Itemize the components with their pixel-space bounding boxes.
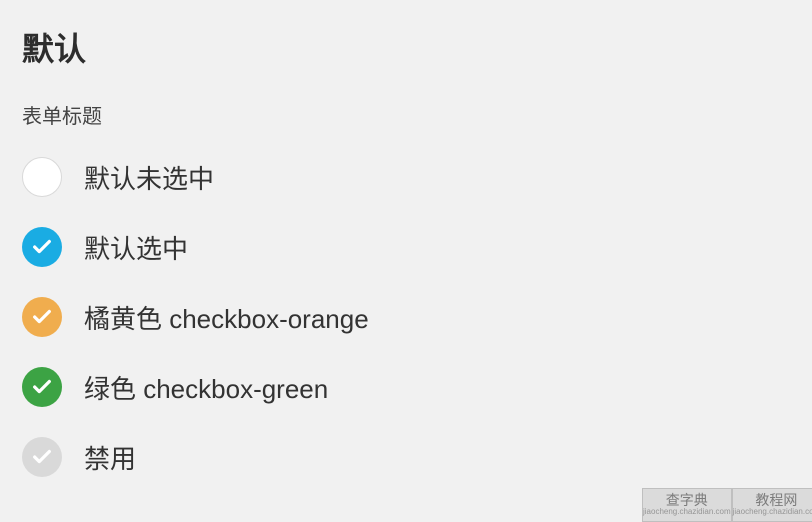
- checkbox-default[interactable]: [22, 227, 62, 267]
- checkbox-row-disabled: 禁用: [22, 437, 790, 477]
- checkbox-row-default: 默认选中: [22, 227, 790, 267]
- checkbox-disabled: [22, 437, 62, 477]
- checkbox-orange[interactable]: [22, 297, 62, 337]
- checkbox-green[interactable]: [22, 367, 62, 407]
- watermark-right-sub: jiaocheng.chazidian.com: [733, 508, 812, 517]
- form-title: 表单标题: [22, 100, 790, 129]
- checkbox-label: 默认选中: [84, 229, 188, 266]
- check-icon: [31, 306, 53, 328]
- watermark-left-main: 查字典: [666, 493, 708, 508]
- checkbox-label: 橘黄色 checkbox-orange: [84, 299, 369, 336]
- checkbox-row-green: 绿色 checkbox-green: [22, 367, 790, 407]
- watermark-right-main: 教程网: [755, 493, 797, 508]
- checkbox-row-orange: 橘黄色 checkbox-orange: [22, 297, 790, 337]
- checkbox-unchecked[interactable]: [22, 157, 62, 197]
- checkbox-label: 禁用: [84, 439, 136, 476]
- checkbox-row-unchecked: 默认未选中: [22, 157, 790, 197]
- check-svg: [31, 376, 53, 398]
- checkbox-label: 默认未选中: [84, 159, 214, 196]
- checkbox-label: 绿色 checkbox-green: [84, 369, 328, 406]
- watermark-left: 查字典 jiaocheng.chazidian.com: [642, 488, 732, 522]
- watermark-left-sub: jiaocheng.chazidian.com: [643, 508, 731, 517]
- check-icon: [31, 236, 53, 258]
- section-heading: 默认: [22, 24, 790, 70]
- watermark-right: 教程网 jiaocheng.chazidian.com: [732, 488, 812, 522]
- check-icon: [31, 446, 53, 468]
- watermark: 查字典 jiaocheng.chazidian.com 教程网 jiaochen…: [642, 488, 812, 522]
